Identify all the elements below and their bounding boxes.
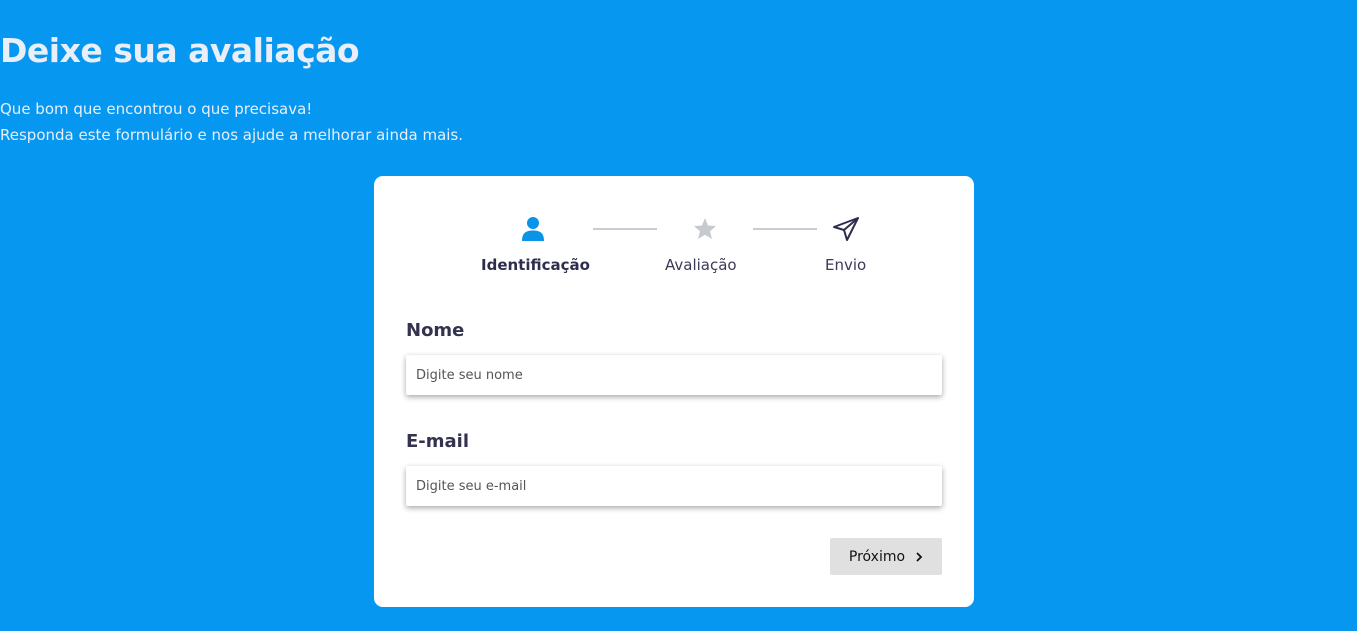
step-connector-1 bbox=[593, 228, 657, 230]
name-label: Nome bbox=[406, 320, 465, 341]
next-button[interactable]: Próximo bbox=[830, 538, 942, 575]
chevron-right-icon bbox=[916, 551, 923, 562]
send-icon bbox=[833, 217, 859, 241]
next-button-label: Próximo bbox=[848, 548, 906, 565]
name-input[interactable] bbox=[406, 355, 942, 395]
user-icon bbox=[522, 217, 544, 241]
page-title: Deixe sua avaliação bbox=[0, 31, 360, 70]
step-label-avaliacao: Avaliação bbox=[665, 256, 737, 274]
star-icon bbox=[694, 218, 716, 239]
email-input[interactable] bbox=[406, 466, 942, 506]
step-connector-2 bbox=[753, 228, 817, 230]
page-subtitle: Que bom que encontrou o que precisava! R… bbox=[0, 96, 1357, 148]
step-label-envio: Envio bbox=[825, 256, 867, 274]
email-label: E-mail bbox=[406, 431, 470, 452]
step-avaliacao[interactable] bbox=[693, 217, 717, 240]
review-form-card: Identificação Avaliação Envio Nome E-mai… bbox=[374, 176, 974, 607]
step-identificacao[interactable] bbox=[520, 216, 546, 242]
subtitle-line-1: Que bom que encontrou o que precisava! bbox=[0, 100, 313, 118]
step-label-identificacao: Identificação bbox=[481, 256, 590, 274]
subtitle-line-2: Responda este formulário e nos ajude a m… bbox=[0, 126, 464, 144]
step-envio[interactable] bbox=[832, 216, 860, 242]
